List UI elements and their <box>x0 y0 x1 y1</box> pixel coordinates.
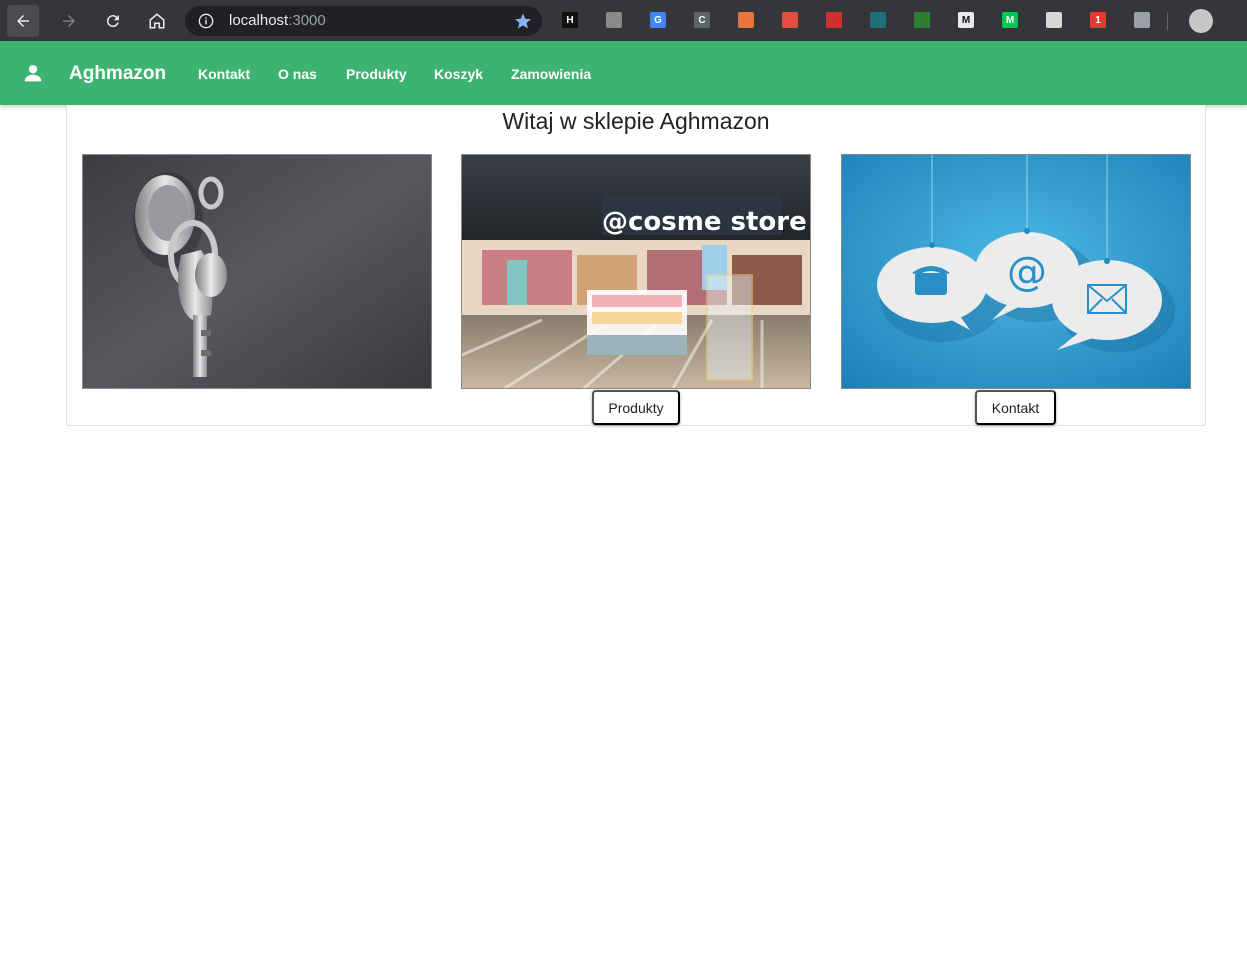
link-icon[interactable] <box>606 12 622 28</box>
back-button[interactable] <box>7 5 39 37</box>
nav-o-nas[interactable]: O nas <box>278 66 317 82</box>
nav-kontakt[interactable]: Kontakt <box>198 66 250 82</box>
contact-image: @ <box>841 154 1191 389</box>
url-text: localhost:3000 <box>229 12 326 29</box>
app-header: Aghmazon Kontakt O nas Produkty Koszyk Z… <box>0 41 1247 105</box>
globe-icon[interactable] <box>870 12 886 28</box>
qb-icon[interactable] <box>914 12 930 28</box>
keys-image <box>82 154 432 389</box>
mmra-icon[interactable] <box>1046 12 1062 28</box>
svg-text:@: @ <box>1007 249 1047 295</box>
pocket-icon[interactable] <box>826 12 842 28</box>
nav-zamowienia[interactable]: Zamowienia <box>511 66 591 82</box>
reload-icon <box>106 15 119 28</box>
nav-koszyk[interactable]: Koszyk <box>434 66 483 82</box>
produkty-button[interactable]: Produkty <box>592 390 680 425</box>
arrow-right-icon <box>63 15 75 27</box>
flag-icon[interactable]: 1 <box>1090 12 1106 28</box>
translate-icon[interactable]: G <box>650 12 666 28</box>
reload-button[interactable] <box>97 5 129 37</box>
user-icon[interactable] <box>23 63 43 83</box>
page-title: Witaj w sklepie Aghmazon <box>502 108 770 134</box>
forward-button[interactable] <box>53 5 85 37</box>
c-icon[interactable]: C <box>694 12 710 28</box>
m-green-icon[interactable]: M <box>1002 12 1018 28</box>
svg-text:@cosme store: @cosme store <box>602 207 807 237</box>
toolbar-divider <box>1167 12 1168 30</box>
m-icon[interactable]: M <box>958 12 974 28</box>
brand-title[interactable]: Aghmazon <box>69 63 166 85</box>
h-icon[interactable]: H <box>562 12 578 28</box>
home-icon <box>149 13 165 29</box>
address-bar[interactable]: localhost:3000 <box>185 6 542 36</box>
store-image: @cosme store <box>461 154 811 389</box>
profile-avatar[interactable] <box>1189 9 1213 33</box>
bookmark-star-icon[interactable] <box>514 12 532 30</box>
kontakt-button[interactable]: Kontakt <box>975 390 1056 425</box>
arrow-left-icon <box>17 15 29 27</box>
drop-icon[interactable] <box>738 12 754 28</box>
browser-toolbar: localhost:3000 H G C M M 1 <box>0 0 1247 41</box>
puzzle-icon[interactable] <box>1134 12 1150 28</box>
info-icon <box>198 13 214 29</box>
nav-produkty[interactable]: Produkty <box>346 66 407 82</box>
home-button[interactable] <box>141 5 173 37</box>
grid-icon[interactable] <box>782 12 798 28</box>
